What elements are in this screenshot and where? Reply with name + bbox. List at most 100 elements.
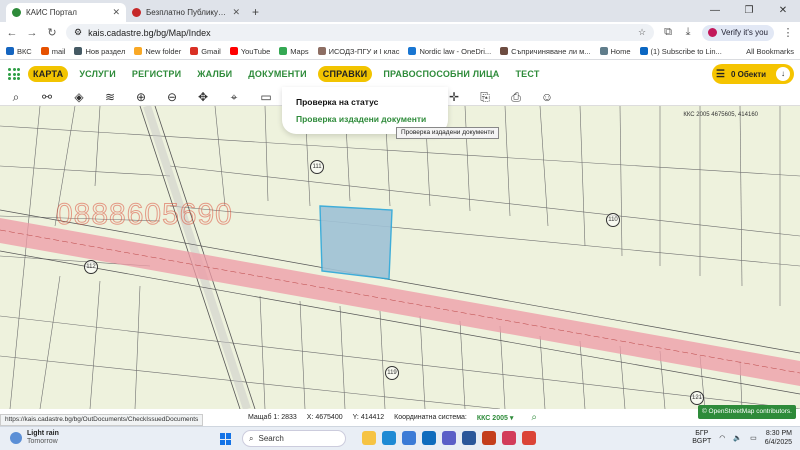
restore-icon[interactable]: ❐: [732, 0, 766, 22]
coordinate-search-icon[interactable]: ⌕: [531, 412, 537, 423]
pan-icon[interactable]: ✥: [195, 89, 211, 105]
select-rectangle-icon[interactable]: ▭: [258, 89, 274, 105]
location-pin-icon[interactable]: ⌖: [226, 89, 242, 105]
bookmark-item[interactable]: ИСОДЗ-ПГУ и I клас: [317, 46, 400, 56]
export-icon[interactable]: ⎘: [477, 89, 493, 105]
site-info-icon[interactable]: ⚙: [74, 27, 82, 38]
minimize-icon[interactable]: —: [698, 0, 732, 22]
map-canvas[interactable]: [0, 106, 800, 409]
mail-icon[interactable]: [402, 431, 416, 445]
zoom-in-icon[interactable]: ⊕: [133, 89, 149, 105]
browser-tab-kais[interactable]: КАИС Портал ✕: [6, 3, 126, 22]
y-coordinate: Y: 414412: [352, 414, 385, 421]
powerpoint-icon[interactable]: [482, 431, 496, 445]
bookmark-label: Home: [610, 46, 631, 56]
outlook-icon[interactable]: [422, 431, 436, 445]
main-road-band: [0, 218, 800, 386]
osm-attribution[interactable]: © OpenStreetMap contributors.: [697, 405, 796, 419]
clock[interactable]: 8:30 PM 6/4/2025: [765, 429, 792, 447]
close-window-icon[interactable]: ✕: [766, 0, 800, 22]
crosshair-icon[interactable]: ✛: [446, 89, 462, 105]
parcel-number-badge[interactable]: 111: [310, 160, 324, 174]
language-indicator[interactable]: БГР BGPT: [692, 430, 711, 446]
taskbar-search[interactable]: ⌕ Search: [242, 430, 346, 447]
bookmark-item[interactable]: Maps: [279, 47, 309, 56]
scale-value[interactable]: 2833: [281, 414, 297, 421]
parcel-number-badge[interactable]: 112: [84, 260, 98, 274]
battery-icon[interactable]: ▭: [750, 434, 757, 442]
reload-icon[interactable]: ↻: [46, 26, 58, 39]
user-icon[interactable]: ☺: [539, 89, 555, 105]
close-tab-icon[interactable]: ✕: [232, 7, 240, 18]
objects-label: 0 Обекти: [730, 69, 767, 79]
file-explorer-icon[interactable]: [362, 431, 376, 445]
crs-select[interactable]: ККС 2005 ▾: [477, 414, 514, 422]
ads-favicon-icon: [132, 8, 141, 17]
word-icon[interactable]: [462, 431, 476, 445]
bookmark-item[interactable]: Nordic law - OneDri...: [408, 47, 491, 56]
close-tab-icon[interactable]: ✕: [112, 7, 120, 18]
bookmark-item[interactable]: Нов раздел: [74, 47, 125, 56]
menu-item-zhalbi[interactable]: ЖАЛБИ: [192, 66, 237, 82]
verify-profile-button[interactable]: Verify it's you: [702, 24, 774, 41]
bookmark-label: New folder: [145, 46, 182, 56]
menu-item-registri[interactable]: РЕГИСТРИ: [127, 66, 186, 82]
measure-icon[interactable]: ⚯: [39, 89, 55, 105]
forward-icon[interactable]: →: [26, 27, 38, 39]
menu-kebab-icon[interactable]: ⋮: [782, 26, 794, 39]
menu-item-test[interactable]: ТЕСТ: [510, 66, 544, 82]
bookmark-item[interactable]: Gmail: [190, 47, 221, 56]
windows-start-icon[interactable]: [220, 433, 232, 445]
dropdown-item-status-check[interactable]: Проверка на статус: [296, 97, 434, 107]
wifi-icon[interactable]: ◠: [719, 434, 725, 442]
bookmark-star-icon[interactable]: ☆: [638, 27, 646, 38]
download-icon[interactable]: ⤓: [682, 26, 694, 39]
new-tab-button[interactable]: +: [246, 3, 265, 22]
bookmark-label: ИСОДЗ-ПГУ и I клас: [328, 46, 400, 56]
bookmark-item[interactable]: Съпричиняване ли м...: [500, 47, 591, 56]
all-bookmarks-button[interactable]: All Bookmarks: [746, 47, 794, 56]
menu-item-spravki[interactable]: СПРАВКИ: [317, 66, 373, 82]
parcel-number-badge[interactable]: 119: [385, 366, 399, 380]
bookmark-label: ВКС: [17, 46, 32, 56]
app-s-icon[interactable]: [502, 431, 516, 445]
layers-stack-icon[interactable]: ≋: [102, 89, 118, 105]
weather-subtitle: Tomorrow: [27, 438, 58, 445]
bookmark-item[interactable]: mail: [40, 47, 65, 56]
bookmark-item[interactable]: YouTube: [229, 47, 270, 56]
parcel-number-badge[interactable]: 110: [606, 213, 620, 227]
menu-item-uslugi[interactable]: УСЛУГИ: [74, 66, 121, 82]
url-input[interactable]: ⚙ kais.cadastre.bg/bg/Map/Index ☆: [66, 24, 655, 41]
browser-tab-ads[interactable]: Безплатно Публикуване на Об... ✕: [126, 3, 246, 22]
teams-icon[interactable]: [442, 431, 456, 445]
bookmark-label: (1) Subscribe to Lin...: [650, 46, 722, 56]
bookmark-item[interactable]: New folder: [134, 47, 181, 56]
chrome-icon[interactable]: [522, 431, 536, 445]
print-icon[interactable]: ⎙: [508, 89, 524, 105]
phone-watermark: 0888605690: [56, 198, 233, 232]
window-controls: — ❐ ✕: [698, 0, 800, 22]
cadastral-map[interactable]: ККС 2005 4675605, 414160 0888605690 111 …: [0, 106, 800, 409]
extensions-icon[interactable]: ⧉: [662, 26, 674, 39]
objects-button[interactable]: ☰ 0 Обекти ↓: [712, 64, 794, 84]
menu-item-karta[interactable]: КАРТА: [28, 66, 69, 82]
bookmark-favicon-icon: [6, 47, 14, 55]
bookmark-item[interactable]: Home: [599, 46, 631, 56]
menu-item-dokumenti[interactable]: ДОКУМЕНТИ: [243, 66, 312, 82]
parcel-number-badge[interactable]: 121: [690, 391, 704, 405]
zoom-out-icon[interactable]: ⊖: [164, 89, 180, 105]
system-tray: БГР BGPT ◠ 🔈 ▭ 8:30 PM 6/4/2025: [692, 429, 792, 447]
menu-item-pravosposobni-lica[interactable]: ПРАВОСПОСОБНИ ЛИЦА: [378, 66, 504, 82]
volume-icon[interactable]: 🔈: [733, 434, 742, 442]
layers-icon[interactable]: ◈: [71, 89, 87, 105]
apps-grid-icon[interactable]: [8, 68, 20, 80]
search-icon[interactable]: ⌕: [8, 89, 24, 105]
dropdown-item-issued-documents[interactable]: Проверка издадени документи: [296, 114, 434, 124]
back-icon[interactable]: ←: [6, 27, 18, 39]
edge-icon[interactable]: [382, 431, 396, 445]
bookmark-item[interactable]: (1) Subscribe to Lin...: [639, 46, 722, 56]
bookmark-item[interactable]: ВКС: [6, 47, 32, 56]
weather-widget[interactable]: Light rain Tomorrow: [10, 430, 59, 446]
hover-url-status: https://kais.cadastre.bg/bg/OutDocuments…: [0, 414, 204, 426]
tab-title: КАИС Портал: [26, 8, 77, 17]
